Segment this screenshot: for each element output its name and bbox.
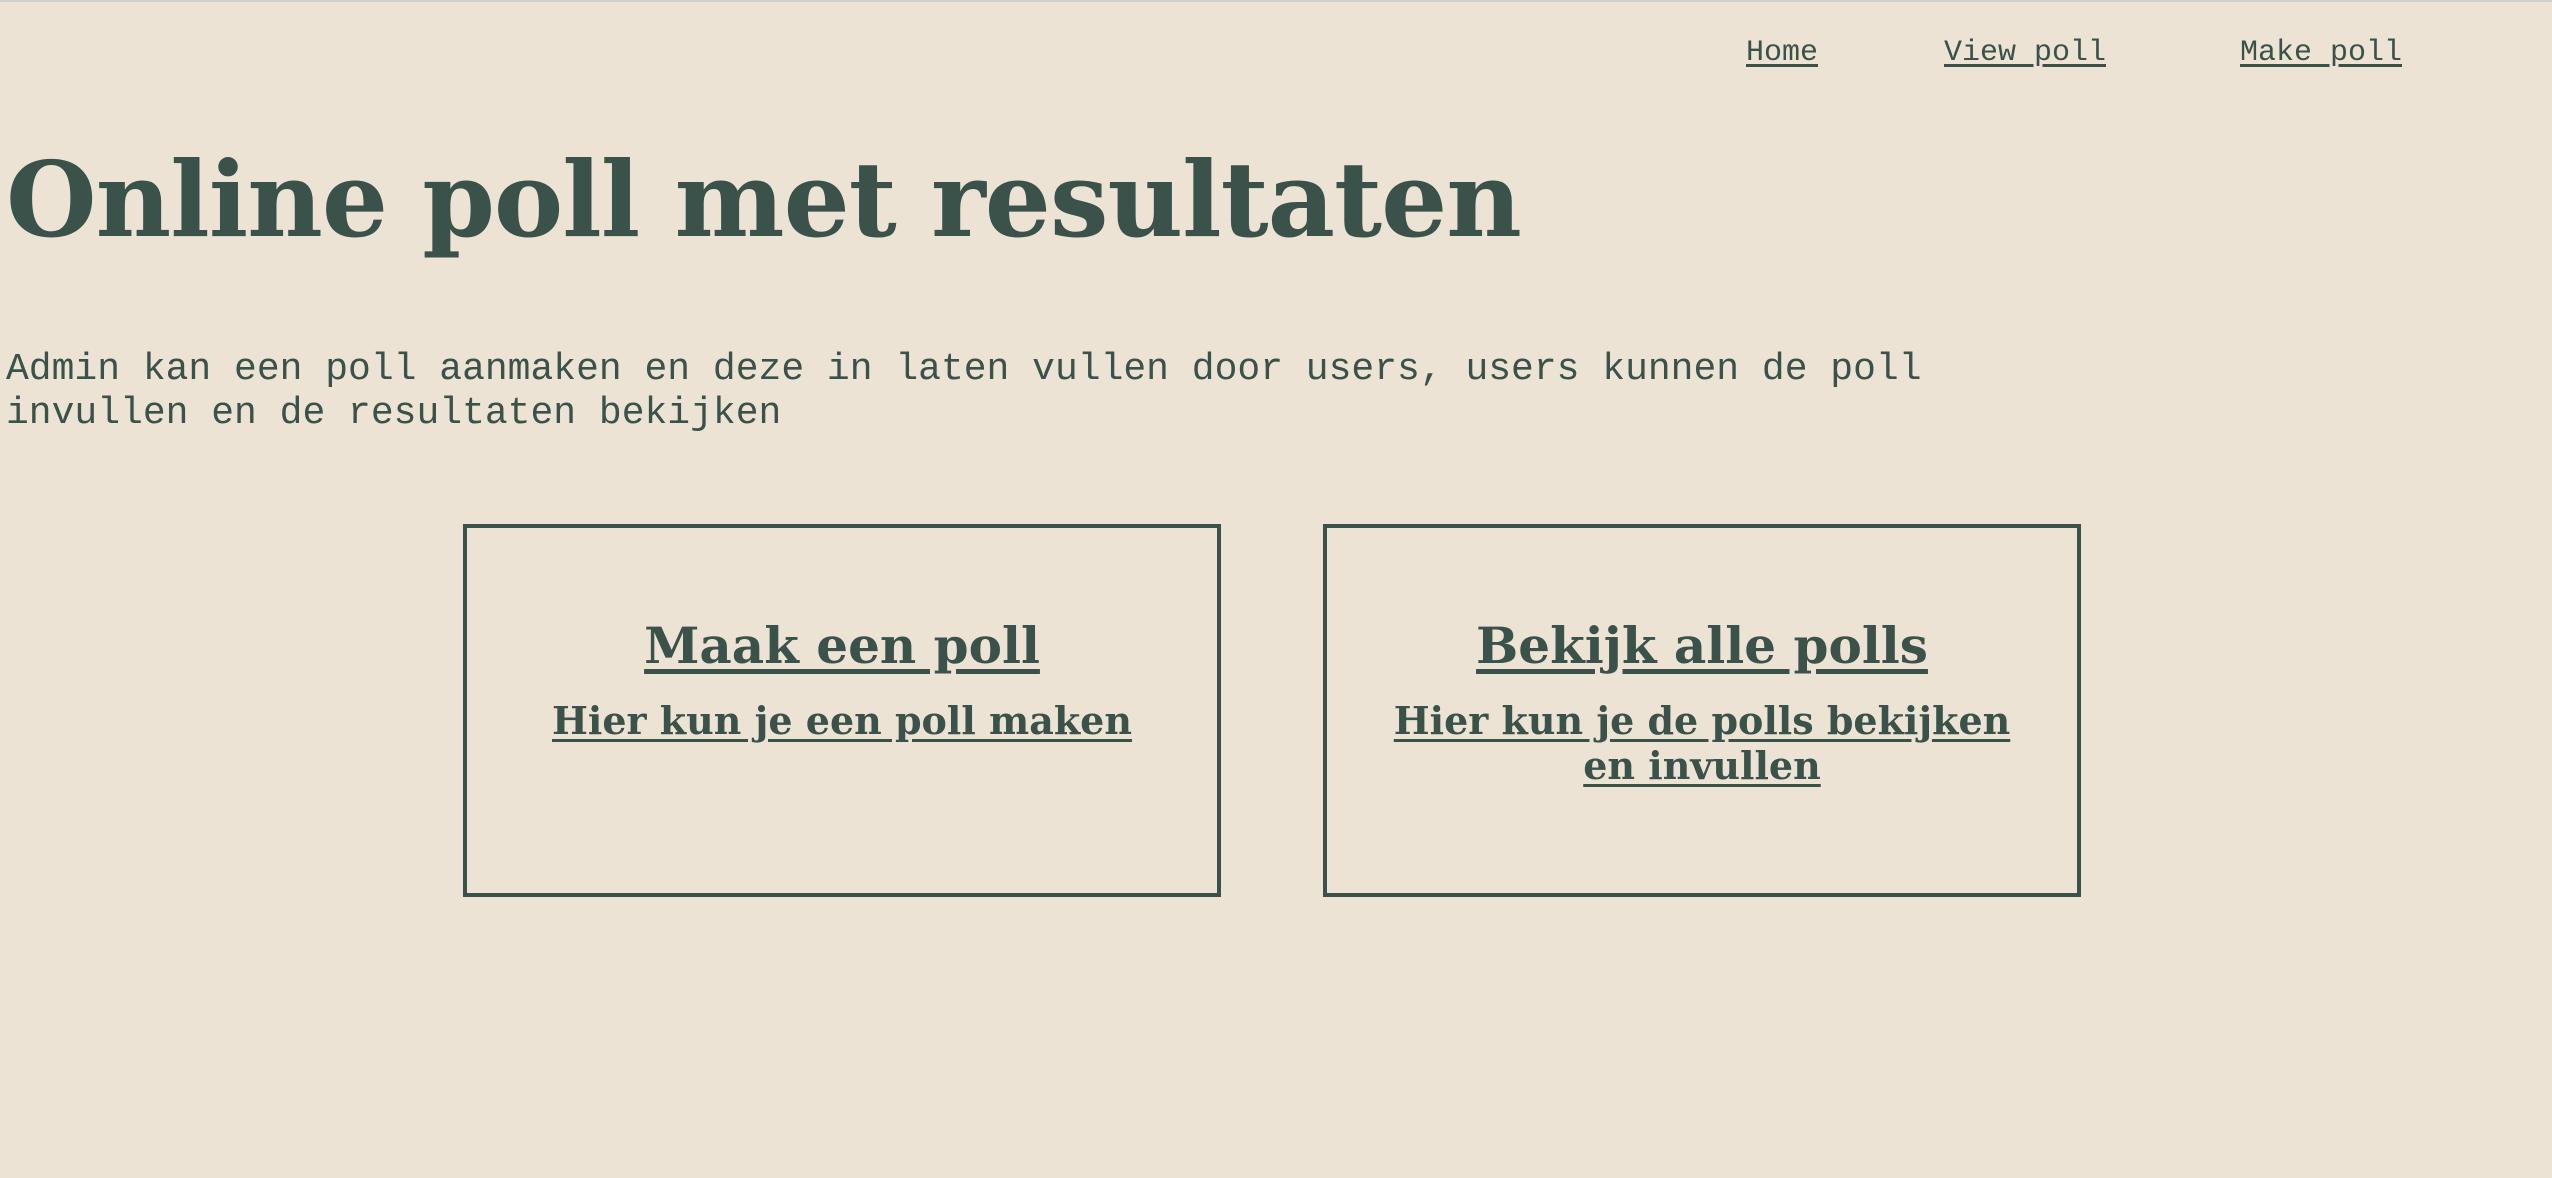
make-poll-card: Maak een poll Hier kun je een poll maken: [463, 524, 1221, 897]
view-polls-card-text[interactable]: Hier kun je de polls bekijken en invulle…: [1372, 698, 2032, 788]
make-poll-card-text[interactable]: Hier kun je een poll maken: [512, 698, 1172, 743]
view-polls-card: Bekijk alle polls Hier kun je de polls b…: [1323, 524, 2081, 897]
make-poll-card-title[interactable]: Maak een poll: [467, 616, 1217, 676]
page-title: Online poll met resultaten: [6, 138, 1522, 261]
nav-link-home[interactable]: Home: [1746, 36, 1818, 70]
view-polls-card-title[interactable]: Bekijk alle polls: [1327, 616, 2077, 676]
nav-link-view-poll[interactable]: View poll: [1944, 36, 2106, 70]
nav-link-make-poll[interactable]: Make poll: [2240, 36, 2402, 70]
top-nav: Home View poll Make poll: [0, 36, 2552, 76]
page-description: Admin kan een poll aanmaken en deze in l…: [6, 348, 1922, 435]
